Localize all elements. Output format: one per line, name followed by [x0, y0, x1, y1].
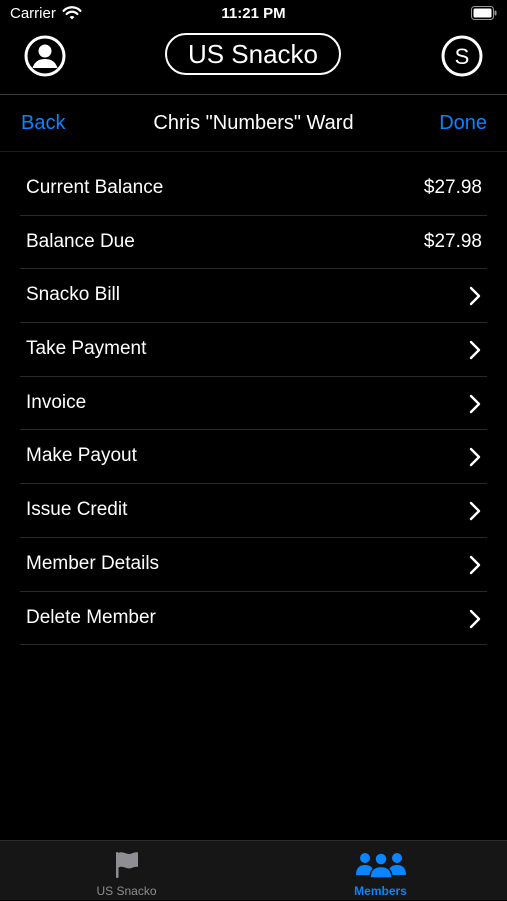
- brand-title[interactable]: US Snacko: [165, 33, 341, 75]
- status-time: 11:21 PM: [221, 5, 286, 22]
- row-label: Member Details: [26, 552, 160, 574]
- tab-us-snacko[interactable]: US Snacko: [0, 841, 253, 901]
- app-header: US Snacko S: [0, 28, 507, 94]
- chevron-right-icon: [469, 394, 481, 413]
- make-payout-row[interactable]: Make Payout: [0, 430, 507, 485]
- row-label: Balance Due: [26, 230, 135, 252]
- issue-credit-row[interactable]: Issue Credit: [0, 484, 507, 538]
- row-label: Take Payment: [26, 338, 147, 360]
- current-balance-row: Current Balance $27.98: [0, 162, 507, 216]
- take-payment-row[interactable]: Take Payment: [0, 323, 507, 377]
- s-circle-icon[interactable]: S: [441, 35, 483, 77]
- done-button[interactable]: Done: [439, 112, 487, 135]
- tab-label: US Snacko: [96, 884, 157, 898]
- row-value: $27.98: [423, 230, 482, 252]
- member-actions-list: Current Balance $27.98 Balance Due $27.9…: [0, 162, 507, 646]
- chevron-right-icon: [469, 340, 481, 360]
- svg-text:S: S: [455, 44, 470, 69]
- nav-bar: Back Chris "Numbers" Ward Done: [0, 95, 507, 151]
- battery-icon: [471, 6, 497, 20]
- tab-bar: US Snacko Members: [0, 840, 507, 900]
- tab-label: Members: [354, 884, 407, 898]
- person-circle-icon[interactable]: [24, 35, 66, 77]
- invoice-row[interactable]: Invoice: [0, 377, 507, 431]
- tab-members[interactable]: Members: [254, 841, 507, 901]
- chevron-right-icon: [469, 555, 481, 575]
- chevron-right-icon: [469, 287, 481, 306]
- delete-member-row[interactable]: Delete Member: [0, 592, 507, 646]
- nav-divider: [0, 151, 507, 152]
- row-label: Current Balance: [26, 177, 164, 198]
- member-details-row[interactable]: Member Details: [0, 538, 507, 592]
- row-label: Invoice: [26, 391, 87, 413]
- row-label: Delete Member: [26, 606, 156, 628]
- people-icon: [355, 852, 406, 879]
- row-value: $27.98: [423, 177, 482, 198]
- snacko-bill-row[interactable]: Snacko Bill: [0, 269, 507, 324]
- balance-due-row: Balance Due $27.98: [0, 216, 507, 270]
- status-bar: Carrier 11:21 PM: [0, 0, 507, 28]
- row-label: Snacko Bill: [26, 284, 120, 306]
- chevron-right-icon: [469, 501, 481, 521]
- page-title: Chris "Numbers" Ward: [153, 112, 354, 134]
- row-separator: [20, 644, 487, 646]
- row-label: Make Payout: [26, 445, 137, 467]
- chevron-right-icon: [469, 609, 481, 628]
- chevron-right-icon: [469, 448, 481, 467]
- flag-icon: [115, 852, 138, 878]
- row-label: Issue Credit: [26, 499, 128, 521]
